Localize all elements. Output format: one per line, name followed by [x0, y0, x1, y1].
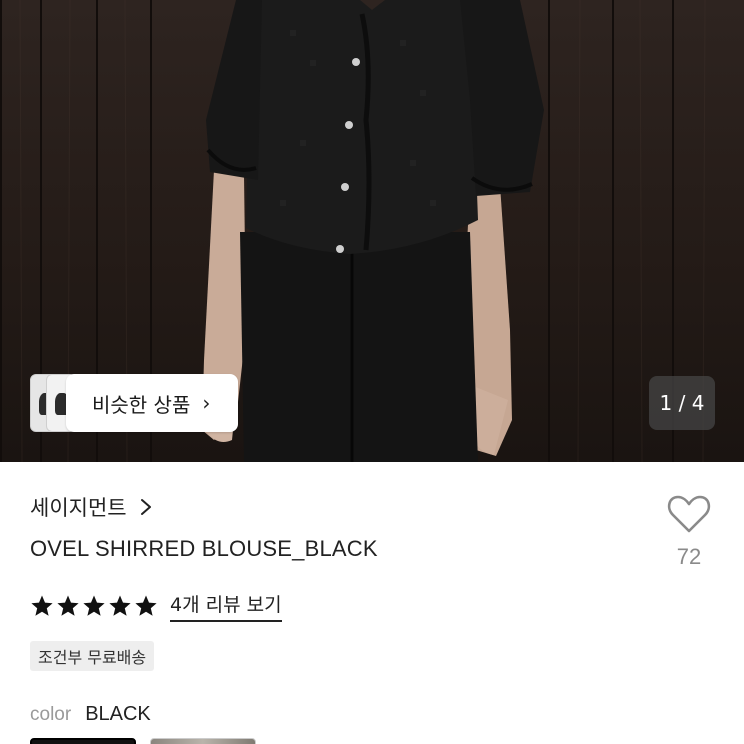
- review-link[interactable]: 4개 리뷰 보기: [170, 590, 282, 622]
- brand-name: 세이지먼트: [30, 496, 127, 520]
- wishlist-count: 72: [676, 544, 702, 569]
- wishlist-button[interactable]: 72: [662, 494, 716, 570]
- product-image-gallery[interactable]: 비슷한 상품 › 1 / 4: [0, 0, 744, 462]
- rating-row: 4개 리뷰 보기: [30, 590, 282, 622]
- color-swatch-alt[interactable]: [150, 738, 256, 744]
- star-icon: [31, 595, 53, 616]
- shipping-badge: 조건부 무료배송: [30, 641, 155, 671]
- similar-products-button[interactable]: 비슷한 상품 ›: [66, 374, 238, 432]
- color-value: BLACK: [85, 703, 151, 725]
- star-icon: [135, 595, 157, 616]
- chevron-right-icon: [140, 499, 151, 515]
- star-icon: [83, 595, 105, 616]
- star-icon: [57, 595, 79, 616]
- product-title: OVEL SHIRRED BLOUSE_BLACK: [30, 536, 378, 561]
- chevron-right-icon: ›: [202, 391, 211, 415]
- image-page-counter: 1 / 4: [649, 376, 715, 430]
- color-row: color BLACK: [30, 703, 151, 726]
- color-swatch-black[interactable]: [30, 738, 136, 744]
- heart-icon: [667, 495, 711, 533]
- star-rating: [30, 594, 160, 618]
- color-label: color: [30, 704, 72, 725]
- shipping-badge-text: 조건부 무료배송: [38, 648, 147, 667]
- star-icon: [109, 595, 131, 616]
- page-counter-text: 1 / 4: [659, 391, 705, 415]
- similar-products-label: 비슷한 상품: [92, 392, 191, 417]
- brand-link[interactable]: 세이지먼트: [30, 492, 153, 522]
